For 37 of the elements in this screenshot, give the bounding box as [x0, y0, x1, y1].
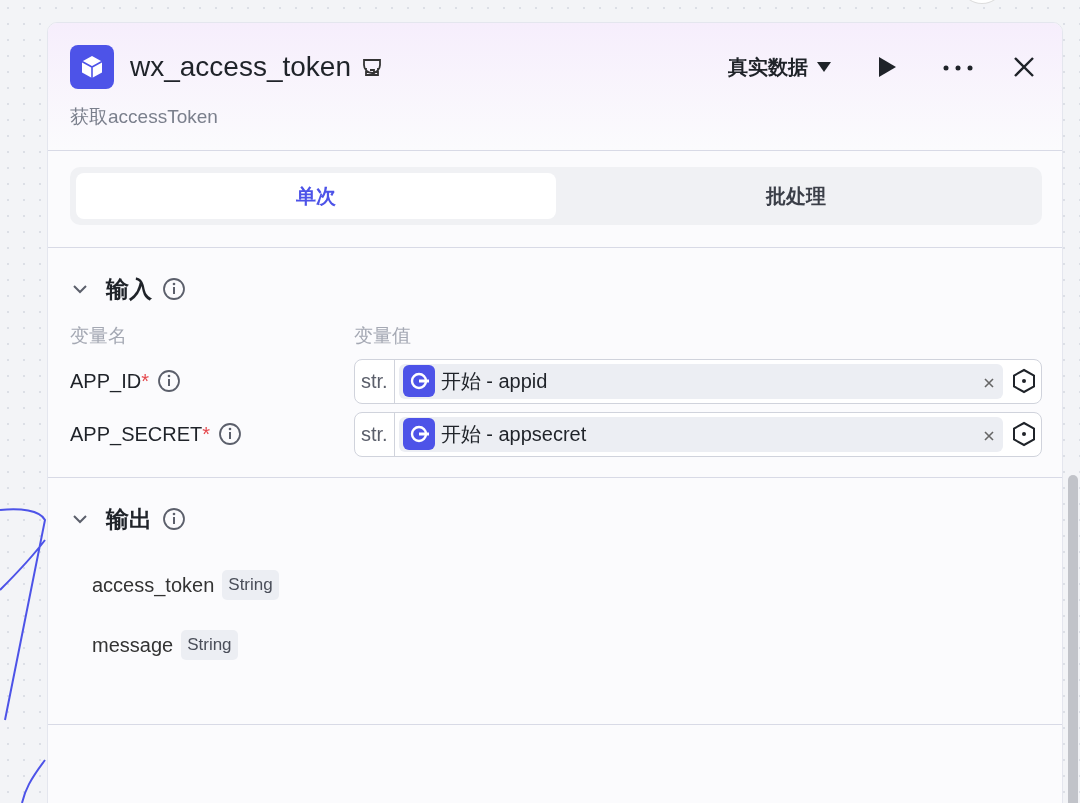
tab[interactable]: 单次: [76, 172, 556, 219]
column-header: 变量值: [354, 324, 411, 348]
store-icon: [361, 56, 383, 78]
variable-name: APP_SECRET*: [70, 422, 211, 448]
info-icon: [156, 369, 181, 393]
type-label: str.: [355, 412, 395, 456]
section-title: 输入: [106, 274, 152, 304]
data-mode-dropdown[interactable]: 真实数据: [728, 52, 832, 82]
output-name: message: [92, 633, 174, 658]
variable-value-field[interactable]: str. 开始 - appid: [354, 358, 1042, 404]
close-icon: [983, 376, 995, 389]
column-header: 变量名: [70, 324, 128, 348]
output-name: access_token: [92, 573, 215, 599]
more-icon: [942, 63, 974, 72]
type-label: str.: [355, 359, 395, 403]
hexagon-icon: [1011, 368, 1037, 394]
plug-icon: [408, 371, 429, 391]
play-icon: [876, 55, 898, 80]
scrollbar[interactable]: [1068, 475, 1078, 803]
info-icon: [218, 422, 243, 446]
close-icon: [983, 429, 995, 442]
caret-icon: [816, 61, 832, 73]
info-icon: [162, 506, 186, 531]
reference-text: 开始 - appid: [440, 369, 548, 394]
type-tag: String: [222, 570, 279, 600]
node-description: 获取accessToken: [70, 105, 219, 129]
plug-icon: [408, 424, 429, 444]
section-title: 输出: [106, 504, 152, 534]
hexagon-icon: [1011, 421, 1037, 447]
type-tag: String: [181, 630, 238, 660]
node-title: wx_access_token: [130, 50, 351, 84]
cube-icon: [79, 54, 105, 80]
info-icon: [162, 276, 186, 301]
variable-value-field[interactable]: str. 开始 - appsecret: [354, 411, 1042, 457]
variable-name: APP_ID*: [70, 369, 149, 395]
reference-text: 开始 - appsecret: [440, 422, 587, 447]
tab[interactable]: 批处理: [556, 172, 1036, 219]
